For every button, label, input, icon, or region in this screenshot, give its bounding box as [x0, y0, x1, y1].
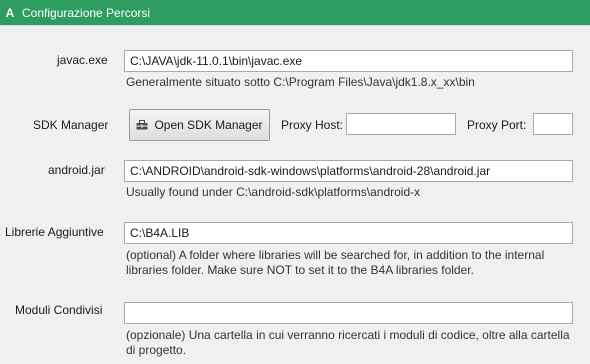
open-sdk-manager-button[interactable]: Open SDK Manager	[129, 109, 270, 141]
android-jar-label: android.jar	[48, 163, 105, 177]
additional-libraries-label: Librerie Aggiuntive	[5, 225, 104, 239]
window-title: Configurazione Percorsi	[22, 5, 151, 20]
javac-hint: Generalmente situato sotto C:\Program Fi…	[126, 75, 475, 89]
android-jar-path-input[interactable]: C:\ANDROID\android-sdk-windows\platforms…	[124, 160, 573, 182]
app-logo-icon: A	[5, 5, 15, 20]
proxy-port-label: Proxy Port:	[467, 118, 527, 132]
javac-path-input[interactable]: C:\JAVA\jdk-11.0.1\bin\javac.exe	[124, 50, 573, 72]
shared-modules-label: Moduli Condivisi	[15, 303, 103, 317]
title-bar: A Configurazione Percorsi	[0, 0, 590, 25]
paths-form: javac.exe C:\JAVA\jdk-11.0.1\bin\javac.e…	[0, 25, 590, 364]
sdk-manager-label: SDK Manager	[33, 118, 109, 132]
javac-label: javac.exe	[57, 53, 108, 67]
toolbox-icon	[136, 120, 148, 130]
shared-modules-hint-line2: di progetto.	[126, 343, 187, 357]
additional-libraries-hint-line2: libraries folder. Make sure NOT to set i…	[126, 263, 474, 277]
proxy-port-input[interactable]	[533, 113, 573, 135]
proxy-host-input[interactable]	[346, 113, 456, 135]
android-jar-hint: Usually found under C:\android-sdk\platf…	[126, 185, 421, 199]
shared-modules-hint-line1: (opzionale) Una cartella in cui verranno…	[126, 328, 570, 342]
proxy-host-label: Proxy Host:	[281, 118, 344, 132]
shared-modules-path-input[interactable]	[124, 302, 573, 324]
open-sdk-manager-label: Open SDK Manager	[154, 118, 263, 132]
additional-libraries-hint-line1: (optional) A folder where libraries will…	[126, 248, 545, 262]
additional-libraries-path-input[interactable]: C:\B4A.LIB	[124, 222, 573, 244]
